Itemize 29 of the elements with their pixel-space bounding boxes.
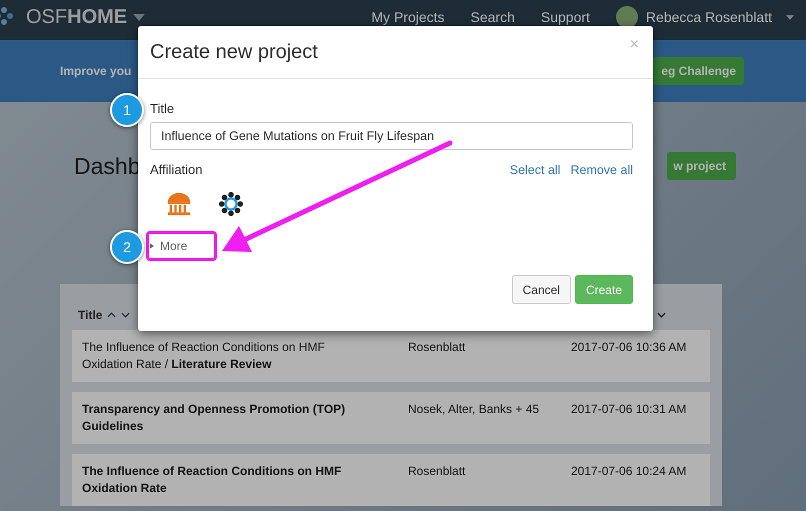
nav-link[interactable]: My Projects: [371, 9, 445, 25]
modified-date: 2017-07-06 10:31 AM: [571, 401, 688, 418]
field-label: Title: [150, 101, 176, 116]
cancel-button[interactable]: Cancel: [512, 275, 571, 304]
modified-date: 2017-07-06 10:24 AM: [571, 463, 688, 480]
project-title: The Influence of Reaction Conditions on HMF Oxidation Rate / Literature Review: [82, 339, 326, 373]
title-input-field[interactable]: Influence of Gene Mutations on Fruit Fly Lifespan: [150, 122, 633, 150]
project-row[interactable]: The Influence of Reaction Conditions on HMF Oxidation Rate / Literature Review Rosenblatt 2017-07-06 10:36 AM: [72, 330, 710, 382]
field-label: Affiliation: [150, 162, 203, 177]
modified-date: 2017-07-06 10:36 AM: [571, 339, 688, 356]
user-menu[interactable]: Rebecca Rosenblatt: [646, 9, 772, 25]
contributors: Rosenblatt: [408, 339, 466, 356]
banner-text: Improve you: [60, 64, 132, 78]
select-all-link[interactable]: Select all: [510, 162, 560, 176]
project-title: Transparency and Openness Promotion (TOP) Guidelines: [82, 401, 346, 435]
dialog-title: Create new project: [150, 40, 318, 64]
nav-link[interactable]: Search: [470, 9, 515, 25]
project-title: The Influence of Reaction Conditions on HMF Oxidation Rate: [82, 463, 342, 497]
project-row[interactable]: The Influence of Reaction Conditions on HMF Oxidation Rate Rosenblatt 2017-07-06 10:24 AM: [72, 454, 710, 506]
step-marker: 2: [110, 230, 144, 264]
more-toggle[interactable]: More: [150, 239, 188, 253]
project-row[interactable]: Transparency and Openness Promotion (TOP) Guidelines Nosek, Alter, Banks + 45 2017-07-06 10:31 AM: [72, 392, 710, 444]
remove-all-link[interactable]: Remove all: [570, 162, 633, 176]
column-header[interactable]: Title: [78, 308, 102, 322]
brand-name[interactable]: OSFHOME: [26, 6, 128, 28]
nav-link[interactable]: Support: [540, 9, 590, 25]
page-heading: Dashb: [74, 152, 140, 180]
contributors: Rosenblatt: [408, 463, 466, 480]
contributors: Nosek, Alter, Banks + 45: [408, 401, 540, 418]
